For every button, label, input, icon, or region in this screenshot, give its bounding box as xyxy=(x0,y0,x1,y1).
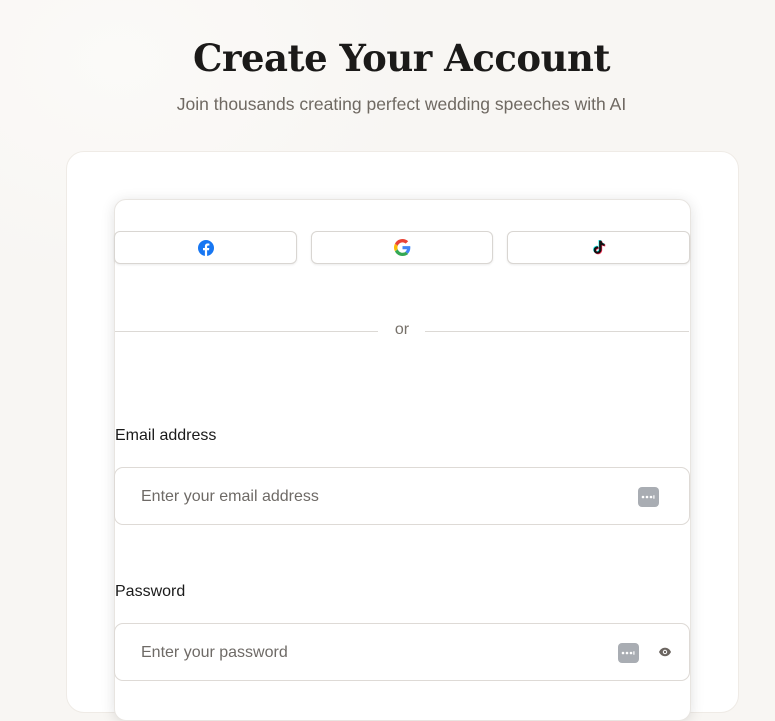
email-field-wrapper xyxy=(114,467,690,526)
email-input[interactable] xyxy=(139,468,603,526)
eye-icon[interactable] xyxy=(658,645,672,659)
password-input[interactable] xyxy=(139,624,603,682)
dots-icon xyxy=(641,495,655,499)
tiktok-icon xyxy=(593,239,606,254)
dots-icon xyxy=(621,651,635,655)
password-manager-icon[interactable] xyxy=(638,487,659,507)
google-icon xyxy=(393,239,410,256)
page-subtitle: Join thousands creating perfect wedding … xyxy=(176,94,627,114)
google-signin-button[interactable] xyxy=(311,231,493,264)
facebook-signin-button[interactable] xyxy=(114,231,297,264)
page-title: Create Your Account xyxy=(193,36,610,80)
email-label: Email address xyxy=(115,427,217,444)
tiktok-signin-button[interactable] xyxy=(507,231,690,264)
password-label: Password xyxy=(115,583,186,600)
facebook-icon xyxy=(197,239,214,256)
password-field-wrapper xyxy=(114,623,690,682)
divider-or: or xyxy=(394,321,410,338)
divider-line-right xyxy=(425,331,689,332)
divider-line-left xyxy=(115,331,378,332)
password-manager-icon[interactable] xyxy=(618,643,639,663)
